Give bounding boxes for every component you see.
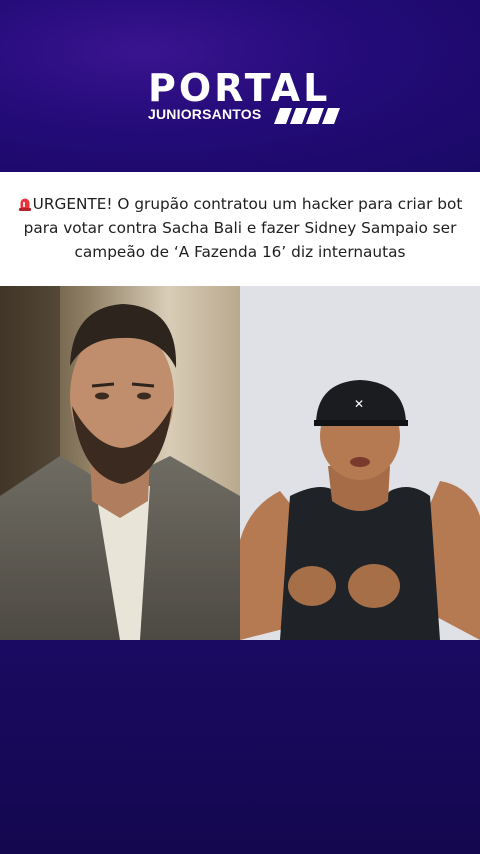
header-banner: PORTAL JUNIORSANTOS xyxy=(0,0,480,172)
siren-icon xyxy=(18,198,31,211)
logo-subtitle: JUNIORSANTOS xyxy=(148,106,262,122)
headline-card: URGENTE! O grupão contratou um hacker pa… xyxy=(0,172,480,286)
logo-stripes-icon xyxy=(274,108,340,124)
headline: URGENTE! O grupão contratou um hacker pa… xyxy=(10,192,470,264)
photo-collage: ✕ xyxy=(0,286,480,640)
portal-logo: PORTAL JUNIORSANTOS xyxy=(148,66,348,132)
photo-right: ✕ xyxy=(240,286,480,640)
logo-title: PORTAL xyxy=(148,66,331,110)
headline-text: URGENTE! O grupão contratou um hacker pa… xyxy=(23,195,463,261)
svg-text:✕: ✕ xyxy=(354,397,364,411)
photo-left xyxy=(0,286,240,640)
